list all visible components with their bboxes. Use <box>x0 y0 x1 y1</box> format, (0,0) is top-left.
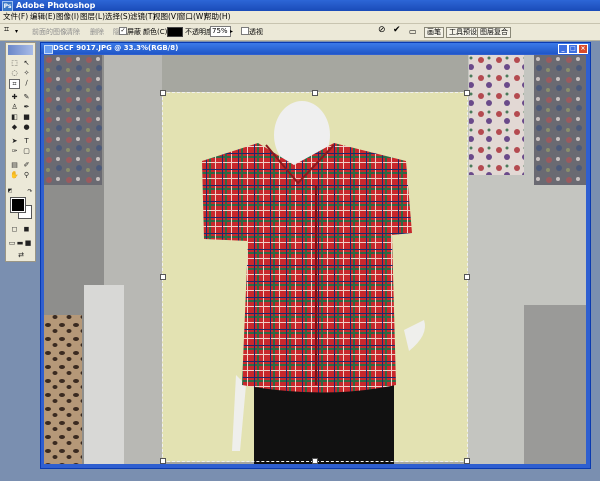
image-canvas[interactable] <box>44 55 586 464</box>
magic-wand-tool-icon[interactable]: ✧ <box>21 69 32 78</box>
jump-to-imageready-icon[interactable]: ⇄ <box>13 251 29 260</box>
tab-layer-comps[interactable]: 图层复合 <box>477 27 511 38</box>
eraser-tool-icon[interactable]: ◧ <box>9 113 20 122</box>
hand-tool-icon[interactable]: ✋ <box>9 171 20 180</box>
crop-handle-bottom[interactable] <box>312 458 318 464</box>
swap-colors-icon[interactable]: ↷ <box>26 187 34 195</box>
document-maximize-icon[interactable]: □ <box>568 44 578 54</box>
shield-checkbox[interactable]: ✓ <box>119 27 127 35</box>
standard-mode-icon[interactable]: ◻ <box>9 225 20 234</box>
full-screen-menu-mode-icon[interactable]: ▬ <box>16 239 24 248</box>
menu-file[interactable]: 文件(F) <box>3 11 28 23</box>
move-tool-icon[interactable]: ↖ <box>21 59 32 68</box>
menu-window[interactable]: 窗口(W) <box>178 11 206 23</box>
color-label: 颜色(C): <box>143 28 170 36</box>
tab-brushes[interactable]: 画笔 <box>424 27 444 38</box>
cancel-icon[interactable]: ⊘ <box>378 25 386 35</box>
opacity-input[interactable]: 75% <box>210 26 231 37</box>
pen-tool-icon[interactable]: ✑ <box>9 147 20 156</box>
check-icon[interactable]: ✔ <box>393 25 401 35</box>
full-screen-mode-icon[interactable]: ■ <box>24 239 32 248</box>
file-browser-icon[interactable]: ▭ <box>409 27 417 37</box>
perspective-checkbox[interactable] <box>241 27 249 35</box>
document-icon <box>44 45 53 54</box>
blur-tool-icon[interactable]: ◆ <box>9 123 20 132</box>
foreground-color-swatch[interactable] <box>10 197 26 213</box>
perspective-label: 透视 <box>249 28 263 36</box>
menu-filter[interactable]: 滤镜(T) <box>130 11 155 23</box>
zoom-tool-icon[interactable]: ⚲ <box>21 171 32 180</box>
crop-handle-right[interactable] <box>464 274 470 280</box>
clear-button[interactable]: 清除 <box>66 27 80 37</box>
notes-tool-icon[interactable]: ▤ <box>9 161 20 170</box>
dodge-tool-icon[interactable]: ● <box>21 123 32 132</box>
document-minimize-icon[interactable]: _ <box>558 44 568 54</box>
crop-handle-top[interactable] <box>312 90 318 96</box>
clone-stamp-tool-icon[interactable]: ♙ <box>9 103 20 112</box>
history-brush-tool-icon[interactable]: ✒ <box>21 103 32 112</box>
path-selection-tool-icon[interactable]: ➤ <box>9 137 20 146</box>
document-close-icon[interactable]: × <box>578 44 588 54</box>
crop-handle-bottom-left[interactable] <box>160 458 166 464</box>
tool-preset-chevron-icon[interactable]: ▾ <box>15 27 18 37</box>
shape-tool-icon[interactable]: ▢ <box>21 147 32 156</box>
delete-option[interactable]: 删除 <box>90 27 104 37</box>
crop-marquee[interactable] <box>162 92 468 462</box>
document-title: DSCF 9017.JPG @ 33.3%(RGB/8) <box>53 44 179 52</box>
crop-handle-top-left[interactable] <box>160 90 166 96</box>
menu-layer[interactable]: 图层(L) <box>80 11 105 23</box>
crop-handle-top-right[interactable] <box>464 90 470 96</box>
crop-handle-bottom-right[interactable] <box>464 458 470 464</box>
opacity-slider-arrow-icon[interactable]: ▸ <box>230 27 233 37</box>
crop-handle-left[interactable] <box>160 274 166 280</box>
brush-tool-icon[interactable]: ✎ <box>21 93 32 102</box>
front-image-button[interactable]: 前面的图像 <box>32 27 67 37</box>
app-title-bar: Ps Adobe Photoshop <box>0 0 600 12</box>
menu-select[interactable]: 选择(S) <box>105 11 131 23</box>
marquee-tool-icon[interactable]: ⬚ <box>9 59 20 68</box>
default-colors-icon[interactable]: ◩ <box>7 187 13 194</box>
quick-mask-mode-icon[interactable]: ◼ <box>21 225 32 234</box>
shield-label: 屏蔽 <box>127 28 141 36</box>
eyedropper-tool-icon[interactable]: ✐ <box>21 161 32 170</box>
document-title-bar: DSCF 9017.JPG @ 33.3%(RGB/8) _ □ × <box>41 43 590 54</box>
menu-image[interactable]: 图像(I) <box>56 11 79 23</box>
menu-edit[interactable]: 编辑(E) <box>30 11 56 23</box>
healing-brush-tool-icon[interactable]: ✚ <box>9 93 20 102</box>
type-tool-icon[interactable]: T <box>21 137 32 146</box>
crop-tool-icon[interactable]: ⌗ <box>9 79 20 89</box>
options-bar: ⌗ ▾ 前面的图像 清除 删除 隐藏 ✓ 屏蔽 颜色(C): 不透明度: 75%… <box>0 24 600 41</box>
menu-view[interactable]: 视图(V) <box>153 11 179 23</box>
slice-tool-icon[interactable]: ∕ <box>21 79 32 88</box>
standard-screen-mode-icon[interactable]: ▭ <box>8 239 16 248</box>
toolbox: ⬚ ↖ ◌ ✧ ⌗ ∕ ✚ ✎ ♙ ✒ ◧ ■ ◆ ● ➤ T ✑ ▢ ▤ ✐ … <box>5 42 36 262</box>
crop-icon[interactable]: ⌗ <box>4 25 9 35</box>
app-title: Adobe Photoshop <box>16 1 96 10</box>
shield-color-swatch[interactable] <box>167 27 183 37</box>
gradient-tool-icon[interactable]: ■ <box>21 113 32 122</box>
feather-logo-icon[interactable] <box>8 45 33 55</box>
document-window: DSCF 9017.JPG @ 33.3%(RGB/8) _ □ × <box>40 42 591 469</box>
tab-tool-presets[interactable]: 工具预设 <box>446 27 480 38</box>
menu-bar: 文件(F) 编辑(E) 图像(I) 图层(L) 选择(S) 滤镜(T) 视图(V… <box>0 11 600 24</box>
lasso-tool-icon[interactable]: ◌ <box>9 69 20 78</box>
menu-help[interactable]: 帮助(H) <box>204 11 231 23</box>
